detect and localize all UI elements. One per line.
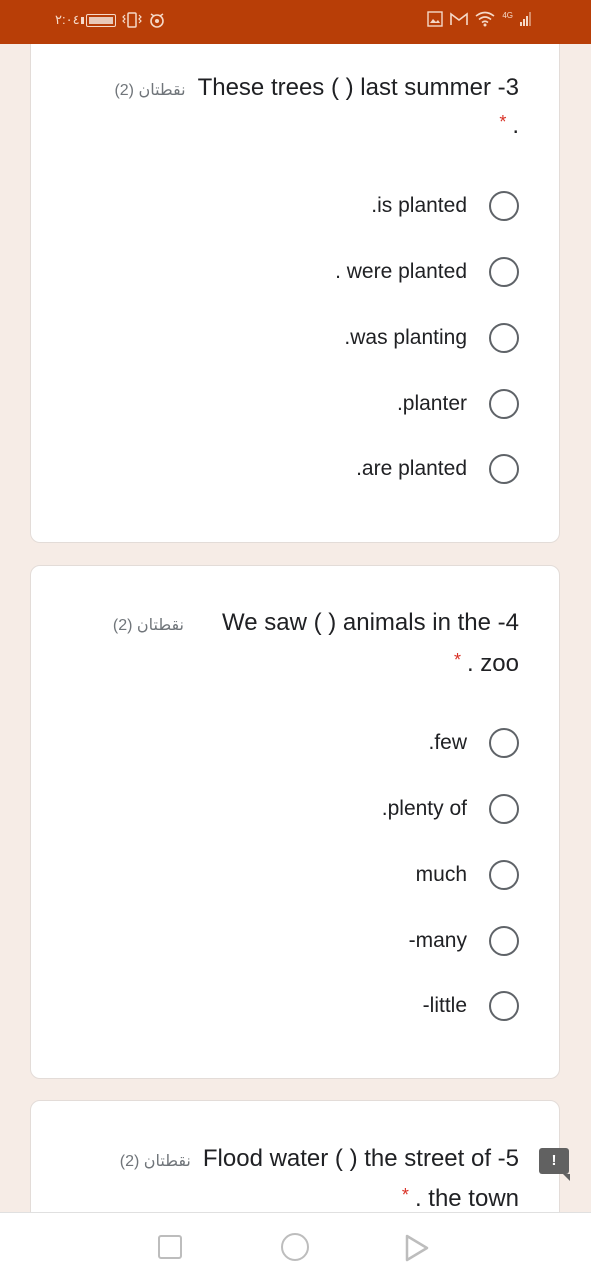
radio-button[interactable] xyxy=(489,454,519,484)
option-is-planted[interactable]: .is planted xyxy=(371,191,519,221)
signal-icon xyxy=(520,12,531,26)
option-label: -many xyxy=(408,929,467,952)
radio-button[interactable] xyxy=(489,191,519,221)
question-card-3: نقطتان (2) These trees ( ) last summer -… xyxy=(30,44,560,543)
battery-icon xyxy=(80,13,116,27)
question-text: We saw ( ) animals in the -4 xyxy=(222,609,519,636)
option-label: .was planting xyxy=(344,326,467,349)
radio-button[interactable] xyxy=(489,257,519,287)
status-bar: ٢:٠٤ 4G xyxy=(0,0,591,44)
option-few[interactable]: .few xyxy=(428,728,519,758)
points-label: نقطتان (2) xyxy=(114,82,186,99)
option-much[interactable]: much xyxy=(416,860,519,890)
question-text-line2: *. the town xyxy=(401,1185,519,1212)
question-text-line2: *. zoo xyxy=(453,650,519,677)
eye-icon xyxy=(148,12,166,28)
radio-button[interactable] xyxy=(489,323,519,353)
question-header: نقطتان (2) These trees ( ) last summer -… xyxy=(114,74,519,102)
navigation-bar xyxy=(0,1212,591,1280)
network-type: 4G xyxy=(502,11,513,20)
back-button-icon[interactable] xyxy=(404,1233,430,1268)
option-label: .plenty of xyxy=(381,797,467,820)
question-header: نقطتان (2) Flood water ( ) the street of… xyxy=(120,1145,519,1173)
points-label: نقطتان (2) xyxy=(119,1153,191,1170)
question-text: These trees ( ) last summer -3 xyxy=(197,74,519,101)
gmail-icon xyxy=(450,12,469,26)
option-were-planted[interactable]: . were planted xyxy=(335,257,519,287)
option-plenty-of[interactable]: .plenty of xyxy=(382,794,519,824)
feedback-flag-button[interactable]: ! xyxy=(539,1148,570,1181)
radio-button[interactable] xyxy=(489,926,519,956)
radio-button[interactable] xyxy=(489,860,519,890)
required-asterisk: * xyxy=(453,650,461,670)
question-header: نقطتان (2) We saw ( ) animals in the -4 xyxy=(113,609,519,637)
radio-button[interactable] xyxy=(489,389,519,419)
option-little[interactable]: -little xyxy=(423,991,519,1021)
option-label: .few xyxy=(428,731,467,754)
recents-button-icon[interactable] xyxy=(158,1235,182,1259)
option-are-planted[interactable]: .are planted xyxy=(356,454,519,484)
option-label: .is planted xyxy=(371,194,467,217)
radio-button[interactable] xyxy=(489,728,519,758)
required-asterisk: * xyxy=(499,112,507,132)
question-text: Flood water ( ) the street of -5 xyxy=(202,1145,519,1172)
wifi-icon xyxy=(475,11,495,27)
radio-button[interactable] xyxy=(489,991,519,1021)
option-label: much xyxy=(415,863,467,886)
option-label: . were planted xyxy=(335,260,467,283)
required-asterisk: * xyxy=(401,1185,409,1205)
option-planter[interactable]: .planter xyxy=(397,389,519,419)
points-label: نقطتان (2) xyxy=(112,617,184,634)
option-many[interactable]: -many xyxy=(409,926,519,956)
question-card-4: نقطتان (2) We saw ( ) animals in the -4 … xyxy=(30,565,560,1079)
option-label: .are planted xyxy=(356,457,467,480)
question-text-line2: *. xyxy=(499,112,519,139)
home-button-icon[interactable] xyxy=(281,1233,309,1261)
vibrate-icon xyxy=(121,12,142,28)
gallery-icon xyxy=(427,11,444,27)
option-label: .planter xyxy=(396,392,467,415)
clock: ٢:٠٤ xyxy=(55,12,80,27)
option-label: -little xyxy=(422,994,467,1017)
option-was-planting[interactable]: .was planting xyxy=(344,323,519,353)
radio-button[interactable] xyxy=(489,794,519,824)
